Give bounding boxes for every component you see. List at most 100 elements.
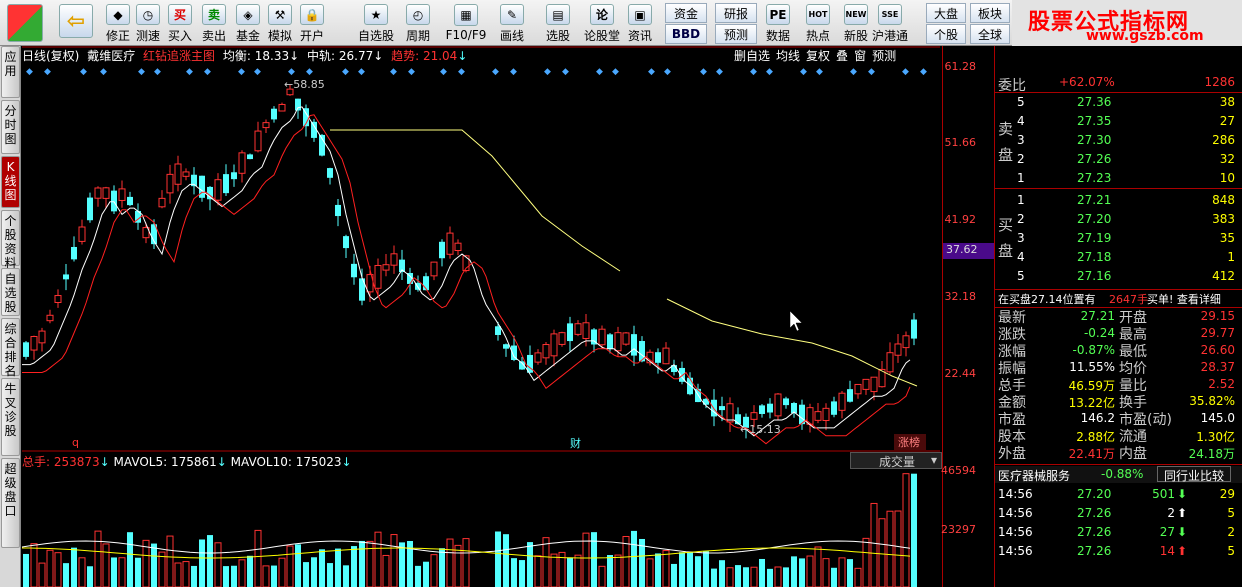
dapan-menu[interactable]: 大盘 — [926, 3, 966, 23]
buy-level-row[interactable]: 1 27.21 848 — [995, 192, 1242, 209]
toolbar-icon-16: NEW — [844, 4, 868, 25]
candle-body — [71, 246, 77, 260]
volume-bar — [662, 550, 670, 587]
volume-bar — [423, 561, 429, 587]
toolbar-button-6[interactable]: 🔒 开户 — [292, 2, 332, 44]
big-order-info[interactable]: 在买盘27.14位置有 2647手 买单! 查看详细 — [995, 290, 1242, 307]
app-logo-icon[interactable] — [4, 2, 46, 44]
candle-body — [182, 171, 190, 177]
candle-body — [567, 323, 573, 342]
header-button-2[interactable]: 复权 — [806, 49, 830, 63]
finance-marker[interactable]: 财 — [570, 436, 581, 450]
dropdown-arrow-icon: ▾ — [930, 453, 937, 467]
toolbar-icon-17: SSE — [878, 4, 902, 25]
level-volume: 27 — [1219, 114, 1235, 128]
bankuai-menu[interactable]: 板块 — [970, 3, 1010, 23]
volume-bar — [894, 510, 902, 587]
toolbar-icon-2: 买 — [168, 4, 192, 25]
zijin-menu[interactable]: 资金 — [665, 3, 707, 23]
header-button-4[interactable]: 窗 — [854, 49, 866, 63]
info-tail[interactable]: 买单! 查看详细 — [1147, 291, 1221, 307]
sell-level-row[interactable]: 4 27.35 27 — [995, 113, 1242, 130]
toolbar-button-14[interactable]: PE 数据 — [758, 2, 798, 44]
period-label[interactable]: 日线(复权) — [22, 49, 79, 63]
left-tab-2[interactable]: K线图 — [1, 156, 20, 208]
signal-diamond-icon: ◆ — [816, 67, 823, 77]
yanbao-button[interactable]: 研报 — [715, 3, 757, 23]
toolbar-label-8: 周期 — [405, 29, 430, 43]
candle-body — [574, 323, 582, 335]
indicator-selector-label: 成交量 — [879, 455, 916, 469]
volume-bar — [278, 557, 286, 587]
candle-body — [30, 336, 38, 351]
header-button-1[interactable]: 均线 — [776, 49, 800, 63]
level-volume: 286 — [1212, 133, 1235, 147]
buy-level-row[interactable]: 3 27.19 35 — [995, 230, 1242, 247]
quanqiu-menu[interactable]: 全球 — [970, 24, 1010, 44]
candle-body — [390, 253, 398, 266]
yuce-button[interactable]: 预测 — [715, 24, 757, 44]
current-price-marker: 37.62 — [943, 243, 995, 259]
signal-diamond-icon: ◆ — [100, 67, 107, 77]
info-line: 在买盘27.14位置有 — [998, 293, 1096, 306]
left-tab-6[interactable]: 牛叉诊股 — [1, 378, 20, 456]
signal-diamond-icon: ◆ — [408, 67, 415, 77]
toolbar-button-8[interactable]: ◴ 周期 — [398, 2, 438, 44]
back-button[interactable]: ⇦ — [56, 2, 96, 44]
tick-price: 27.20 — [1077, 487, 1112, 501]
signal-diamond-icon: ◆ — [612, 67, 619, 77]
left-tab-7[interactable]: 超级盘口 — [1, 458, 20, 548]
toolbar-button-11[interactable]: ▤ 选股 — [538, 2, 578, 44]
left-tab-4[interactable]: 自选股 — [1, 268, 20, 316]
volume-bar — [614, 554, 622, 587]
sell-level-row[interactable]: 2 27.26 32 — [995, 151, 1242, 168]
sell-level-row[interactable]: 5 27.36 38 — [995, 94, 1242, 111]
toolbar-button-17[interactable]: SSE 沪港通 — [870, 2, 910, 44]
buy-level-row[interactable]: 4 27.18 1 — [995, 249, 1242, 266]
tick-volume: 501 — [1152, 487, 1175, 501]
indicator-selector[interactable]: 成交量 ▾ — [850, 452, 942, 469]
bbd-button[interactable]: BBD — [665, 24, 707, 44]
industry-compare-button[interactable]: 同行业比较 — [1157, 466, 1232, 483]
left-tab-3[interactable]: 个股资料 — [1, 210, 20, 270]
toolbar-button-9[interactable]: ▦ F10/F9 — [446, 2, 486, 44]
zhangbang-label: 涨榜 — [898, 435, 920, 449]
industry-name[interactable]: 医疗器械服务 — [998, 467, 1070, 484]
gegu-menu[interactable]: 个股 — [926, 24, 966, 44]
toolbar-button-7[interactable]: ★ 自选股 — [356, 2, 396, 44]
candle-body — [343, 236, 349, 249]
stat-row: 涨幅 -0.87% 最低 26.60 — [995, 342, 1242, 360]
level-volume: 10 — [1219, 171, 1235, 185]
buy-level-row[interactable]: 5 27.16 412 — [995, 268, 1242, 285]
volume-bar — [182, 561, 190, 587]
buy-level-row[interactable]: 2 27.20 383 — [995, 211, 1242, 228]
candle-body — [767, 403, 773, 413]
signal-diamond-icon: ◆ — [26, 67, 33, 77]
toolbar-label-12: 论股堂 — [583, 29, 620, 43]
candle-body — [503, 344, 509, 349]
arrow-down-icon: ↓ — [373, 49, 384, 63]
sell-level-row[interactable]: 3 27.30 286 — [995, 132, 1242, 149]
volume-bar — [574, 554, 582, 587]
q-marker[interactable]: q — [72, 436, 79, 449]
toolbar-button-13[interactable]: ▣ 资讯 — [620, 2, 660, 44]
stat-row: 总手 46.59万 量比 2.52 — [995, 376, 1242, 394]
toolbar-button-12[interactable]: 论论股堂 — [582, 2, 622, 44]
volume-bar — [311, 557, 317, 587]
toolbar-button-15[interactable]: HOT 热点 — [798, 2, 838, 44]
header-button-5[interactable]: 预测 — [872, 49, 896, 63]
toolbar: ⇦ ◆ 修正 ◷ 测速买买入卖卖出 ◈ 基金 ⚒ 模拟 🔒 开户 ★ 自选股 ◴ 周期 ▦ F10/F9 ✎ 画线… — [0, 0, 1242, 46]
indicator-name[interactable]: 红钻追涨主图 — [143, 49, 215, 63]
candle-body — [902, 335, 910, 349]
volume-bar — [847, 559, 853, 587]
left-tab-5[interactable]: 综合排名 — [1, 318, 20, 378]
kline-chart[interactable]: ←58.85 ←15.13 q 财 涨榜 ◆ ◆ ◆ ◆ ◆ ◆ ◆ ◆ ◆ ◆ ◆ ◆ ◆ ◆ ◆ ◆ ◆ ◆ ◆ ◆ ◆ ◆ ◆ ◆… — [22, 46, 940, 587]
toolbar-button-10[interactable]: ✎ 画线 — [492, 2, 532, 44]
header-button-0[interactable]: 删自选 — [734, 49, 770, 63]
stat-row: 最新 27.21 开盘 29.15 — [995, 308, 1242, 326]
volume-bar — [87, 566, 93, 587]
left-tab-0[interactable]: 应用 — [1, 46, 20, 98]
header-button-3[interactable]: 叠 — [836, 49, 848, 63]
sell-level-row[interactable]: 1 27.23 10 — [995, 170, 1242, 187]
left-tab-1[interactable]: 分时图 — [1, 100, 20, 154]
